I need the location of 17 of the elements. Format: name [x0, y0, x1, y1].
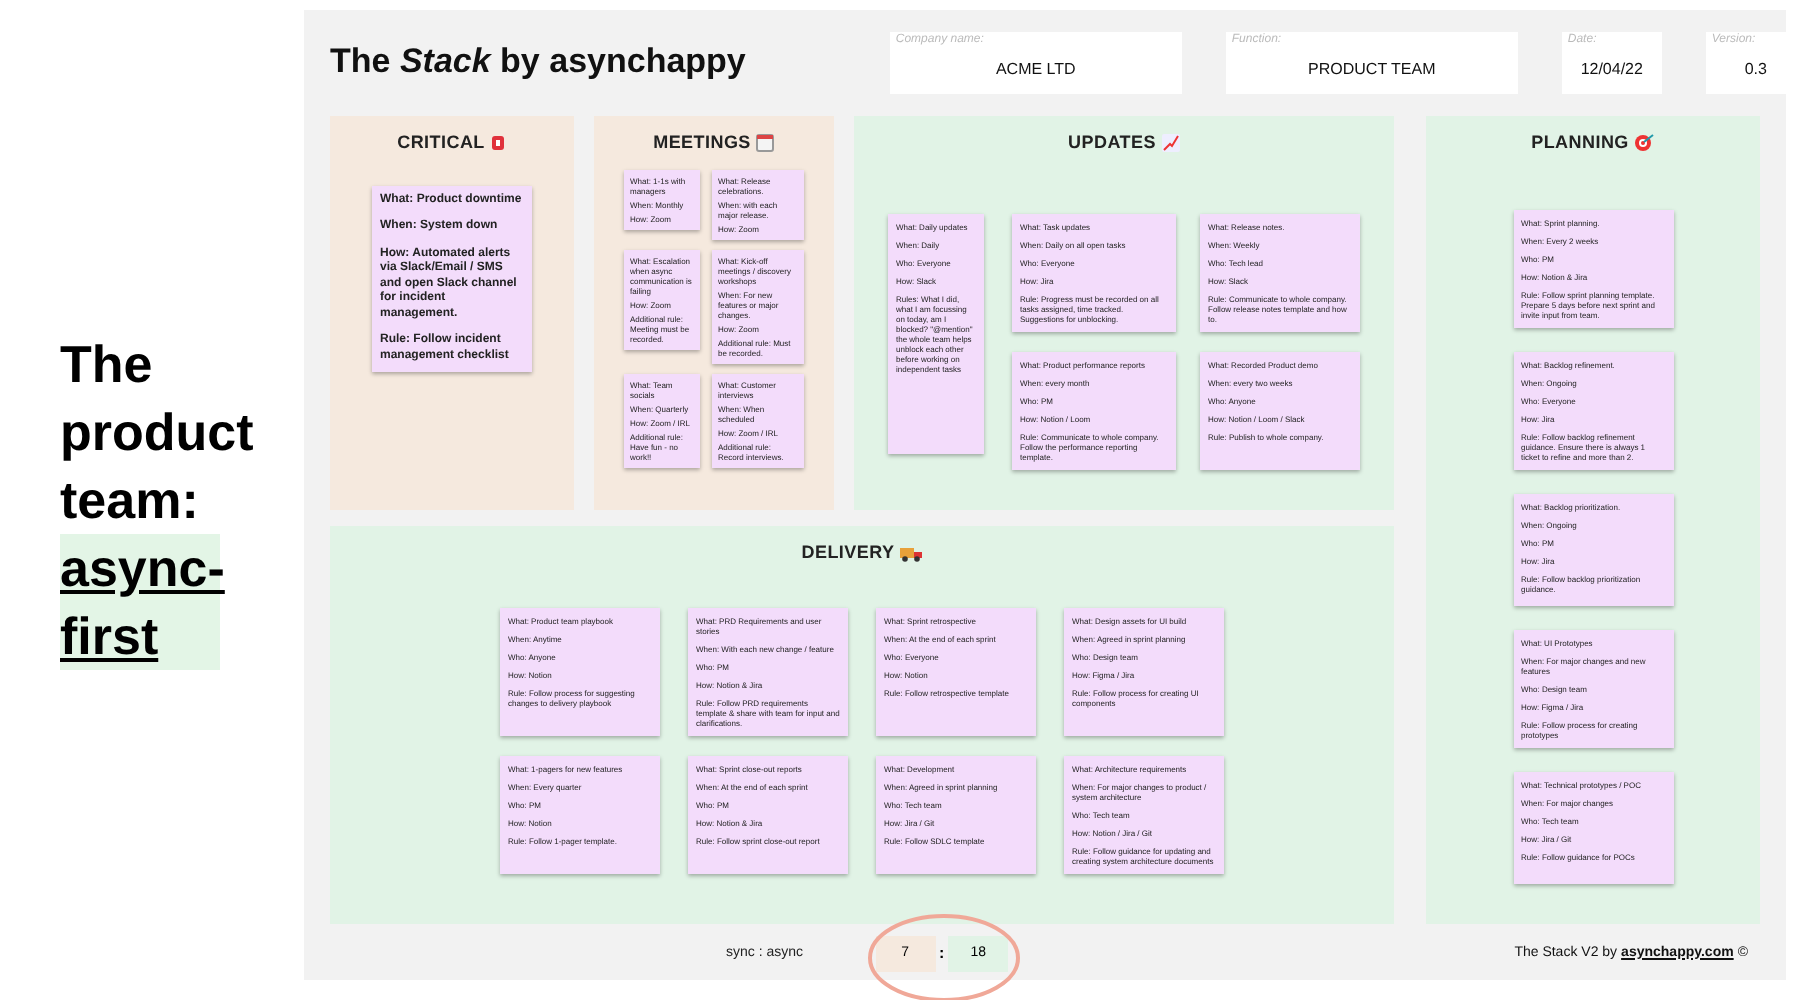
section-title: DELIVERY [801, 540, 895, 566]
field-value: 12/04/22 [1580, 57, 1643, 81]
page-heading: The product team: [60, 332, 256, 534]
field-value: ACME LTD [995, 57, 1076, 81]
section-title: UPDATES [1068, 130, 1156, 156]
ratio-separator: : [937, 942, 947, 966]
field-value: PRODUCT TEAM [1308, 57, 1436, 81]
field-value: 0.3 [1744, 57, 1767, 81]
target-icon [1634, 134, 1655, 153]
section-title: CRITICAL [397, 130, 485, 156]
highlighted-heading: async-first [60, 534, 220, 670]
section-title: PLANNING [1531, 130, 1629, 156]
section-title: MEETINGS [653, 130, 751, 156]
truck-icon [900, 545, 923, 562]
calendar-icon [756, 134, 775, 153]
board-title: The Stack by asynchappy [330, 40, 746, 85]
chart-increasing-icon [1161, 134, 1180, 153]
